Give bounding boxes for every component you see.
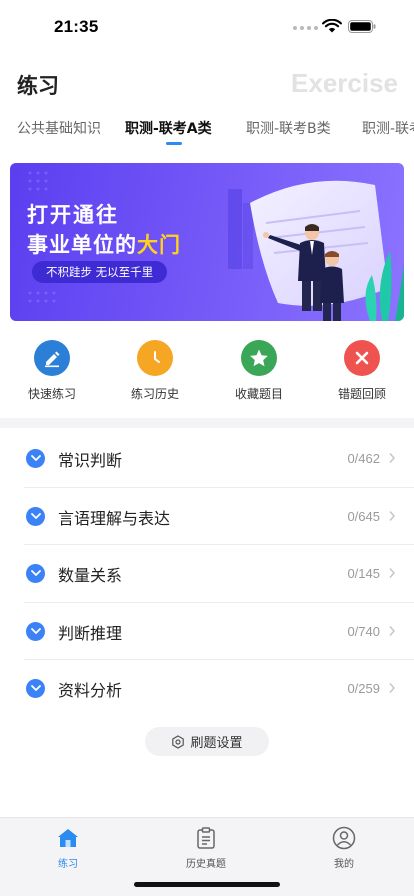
- wifi-icon: [322, 19, 342, 33]
- chevron-right-icon: [389, 568, 395, 578]
- section-divider: [0, 418, 414, 428]
- promo-banner[interactable]: 打开通往 事业单位的大门 不积跬步 无以至千里: [10, 163, 404, 321]
- signal-icon: [293, 26, 318, 30]
- battery-icon: [348, 20, 376, 33]
- tabbar-profile[interactable]: 我的: [304, 826, 384, 870]
- banner-title-line2: 事业单位的大门: [27, 229, 181, 259]
- topic-item-data-analysis[interactable]: 资料分析 0/259: [24, 660, 414, 718]
- practice-history-label: 练习历史: [130, 387, 179, 401]
- star-icon: [241, 340, 277, 376]
- settings-icon: [172, 734, 185, 749]
- wrong-review-label: 错题回顾: [337, 387, 386, 401]
- topic-label: 言语理解与表达: [58, 508, 171, 528]
- tab-exam-b[interactable]: 职测-联考B类: [246, 118, 331, 138]
- clock-icon: [137, 340, 173, 376]
- topic-count: 0/740: [347, 623, 380, 639]
- banner-title-line1: 打开通往: [27, 203, 119, 227]
- topic-label: 资料分析: [58, 681, 123, 700]
- tab-indicator: [166, 142, 182, 145]
- topic-label: 数量关系: [58, 566, 123, 585]
- user-icon: [332, 826, 356, 850]
- practice-settings-button[interactable]: 刷题设置: [145, 727, 269, 756]
- topic-item-reasoning[interactable]: 判断推理 0/740: [24, 603, 414, 660]
- status-time: 21:35: [54, 17, 99, 36]
- chevron-right-icon: [389, 683, 395, 693]
- topic-item-quantitative[interactable]: 数量关系 0/145: [24, 545, 414, 603]
- wrong-review-button[interactable]: 错题回顾: [317, 340, 407, 402]
- status-bar: 21:35: [0, 0, 414, 50]
- tab-public-basics[interactable]: 公共基础知识: [17, 118, 101, 138]
- topic-label: 判断推理: [58, 623, 123, 643]
- tabbar-practice[interactable]: 练习: [28, 826, 108, 870]
- topic-count: 0/645: [347, 508, 380, 524]
- favorites-button[interactable]: 收藏题目: [214, 340, 304, 402]
- topic-item-common-sense[interactable]: 常识判断 0/462: [24, 430, 414, 488]
- quick-practice-button[interactable]: 快速练习: [7, 340, 97, 402]
- home-icon: [58, 829, 78, 847]
- practice-history-button[interactable]: 练习历史: [110, 340, 200, 402]
- topic-count: 0/145: [347, 566, 380, 581]
- tab-exam-a[interactable]: 职测-联考A类: [125, 118, 212, 138]
- topic-count: 0/462: [347, 451, 380, 466]
- tabbar-practice-label: 练习: [58, 859, 78, 870]
- chevron-right-icon: [389, 625, 395, 636]
- page-title: 练习: [17, 74, 59, 98]
- topic-list: 常识判断 0/462 言语理解与表达 0/645 数量关系 0/145 判断推理…: [0, 430, 414, 718]
- chevron-down-icon: [26, 564, 45, 583]
- practice-settings-label: 刷题设置: [190, 736, 243, 751]
- tab-exam-more[interactable]: 职测-联考: [362, 118, 414, 138]
- tabbar-past-exams[interactable]: 历史真题: [166, 826, 246, 870]
- quick-practice-label: 快速练习: [27, 387, 76, 401]
- chevron-right-icon: [389, 453, 395, 463]
- home-indicator: [134, 882, 280, 887]
- chevron-down-icon: [26, 679, 45, 698]
- banner-title-prefix: 事业单位的: [27, 233, 137, 257]
- banner-title-highlight: 大门: [137, 233, 181, 257]
- page-title-en: Exercise: [291, 68, 398, 98]
- category-tabs: 公共基础知识 职测-联考A类 职测-联考B类 职测-联考: [0, 118, 414, 150]
- chevron-right-icon: [389, 510, 395, 521]
- banner-slogan: 不积跬步 无以至千里: [32, 261, 168, 283]
- clipboard-icon: [197, 827, 215, 849]
- topic-count: 0/259: [347, 681, 380, 696]
- shortcut-grid: 快速练习 练习历史 收藏题目 错题回顾: [0, 340, 414, 406]
- topic-label: 常识判断: [58, 451, 123, 470]
- chevron-down-icon: [26, 449, 45, 468]
- favorites-label: 收藏题目: [234, 387, 283, 401]
- close-icon: [344, 340, 380, 376]
- chevron-down-icon: [26, 621, 45, 641]
- chevron-down-icon: [26, 506, 45, 526]
- pencil-icon: [34, 340, 70, 376]
- tabbar-profile-label: 我的: [334, 859, 354, 870]
- tabbar-past-exams-label: 历史真题: [186, 859, 226, 870]
- topic-item-verbal[interactable]: 言语理解与表达 0/645: [24, 488, 414, 545]
